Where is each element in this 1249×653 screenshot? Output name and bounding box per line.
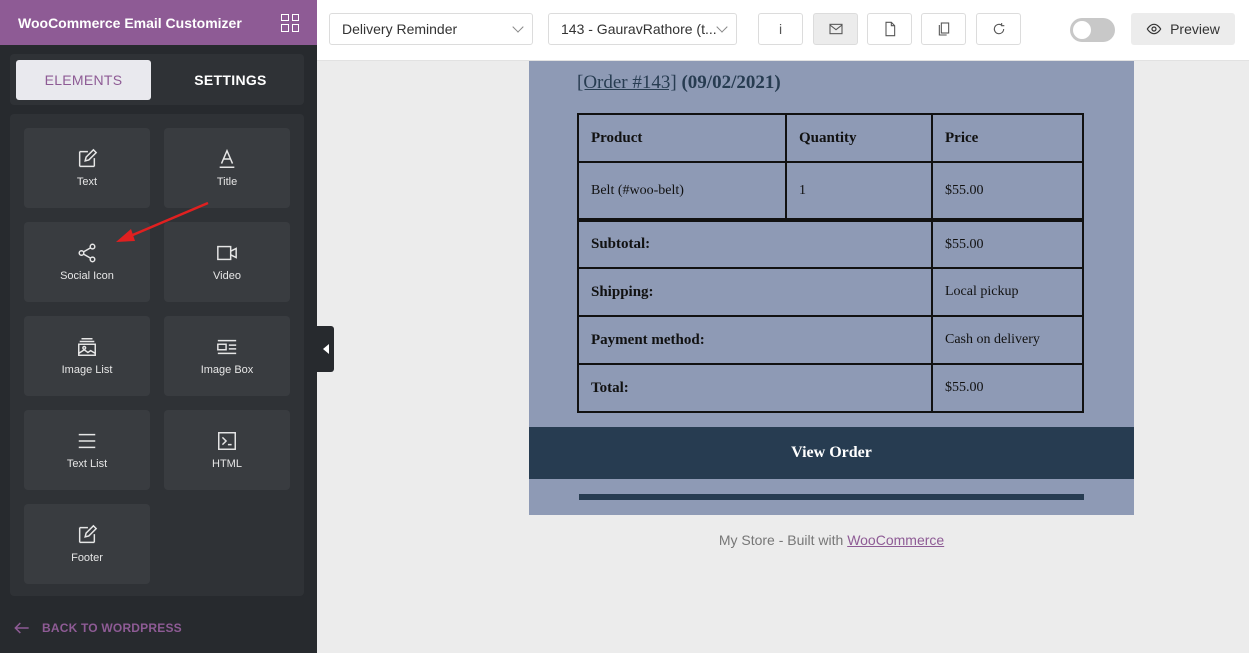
preview-button[interactable]: Preview [1131,13,1235,45]
element-label: Image List [61,364,113,376]
item-quantity: 1 [785,161,933,221]
column-header: Quantity [785,113,933,163]
element-html[interactable]: HTML [164,410,290,490]
table-row: Payment method: Cash on delivery [577,315,1084,365]
toggle-knob [1073,21,1091,39]
toolbar: Delivery Reminder 143 - GauravRathore (t… [317,0,1249,61]
column-header: Price [931,113,1084,163]
summary-value: Local pickup [931,267,1084,317]
toggle-switch[interactable] [1070,18,1115,42]
order-select[interactable]: 143 - GauravRathore (t... [548,13,737,45]
element-text-list[interactable]: Text List [24,410,150,490]
element-video[interactable]: Video [164,222,290,302]
summary-label: Total: [577,363,933,413]
eye-icon [1146,23,1162,35]
element-image-list[interactable]: Image List [24,316,150,396]
column-header: Product [577,113,787,163]
arrow-left-icon [14,622,29,634]
caret-left-icon [322,344,329,354]
info-button[interactable]: i [758,13,803,45]
template-select[interactable]: Delivery Reminder [329,13,533,45]
chevron-down-icon [716,21,728,33]
back-to-wordpress-link[interactable]: BACK TO WORDPRESS [12,618,182,638]
reset-button[interactable] [976,13,1021,45]
element-label: Social Icon [60,270,114,282]
email-footer: My Store - Built with WooCommerce [529,532,1134,548]
grid-icon[interactable] [281,13,299,32]
copy-button[interactable] [921,13,966,45]
table-row: Subtotal: $55.00 [577,218,1084,269]
order-select-value: 143 - GauravRathore (t... [561,21,717,37]
edit-icon [78,148,98,168]
title-icon [219,148,235,168]
woocommerce-link[interactable]: WooCommerce [847,532,944,548]
element-footer[interactable]: Footer [24,504,150,584]
collapse-sidebar-button[interactable] [317,326,334,372]
terminal-icon [218,432,236,450]
image-list-icon [78,338,96,356]
element-label: Video [213,270,241,282]
summary-value: $55.00 [931,363,1084,413]
list-icon [78,433,96,449]
preview-label: Preview [1170,21,1220,37]
element-title[interactable]: Title [164,128,290,208]
copy-icon [938,22,949,36]
back-label: BACK TO WORDPRESS [42,621,182,635]
elements-panel: Text Title Social Icon Video Image List … [10,114,304,596]
email-preview: [Order #143] (09/02/2021) Product Quanti… [529,61,1134,515]
document-button[interactable] [867,13,912,45]
refresh-icon [993,23,1004,35]
template-select-value: Delivery Reminder [342,21,458,37]
order-table: Product Quantity Price Belt (#woo-belt) … [577,113,1084,413]
order-date: (09/02/2021) [681,72,781,93]
summary-value: $55.00 [931,218,1084,269]
order-link[interactable]: [Order #143] [577,72,677,93]
order-heading: [Order #143] (09/02/2021) [577,72,781,94]
summary-label: Subtotal: [577,218,933,269]
table-row: Shipping: Local pickup [577,267,1084,317]
element-label: HTML [212,458,242,470]
element-image-box[interactable]: Image Box [164,316,290,396]
mail-icon [828,23,843,35]
element-text[interactable]: Text [24,128,150,208]
image-box-icon [217,339,237,355]
table-row: Total: $55.00 [577,363,1084,413]
divider [579,494,1084,500]
table-header-row: Product Quantity Price [577,113,1084,163]
view-order-button[interactable]: View Order [529,427,1134,479]
share-icon [78,243,96,263]
summary-label: Payment method: [577,315,933,365]
edit-icon [78,524,98,544]
item-product: Belt (#woo-belt) [577,161,787,221]
element-label: Footer [71,552,103,564]
sidebar-header: WooCommerce Email Customizer [0,0,317,45]
footer-text: My Store - Built with [718,532,848,548]
summary-label: Shipping: [577,267,933,317]
element-label: Image Box [200,364,254,376]
chevron-down-icon [512,21,524,33]
item-price: $55.00 [931,161,1084,221]
document-icon [884,21,895,37]
email-view-button[interactable] [813,13,858,45]
element-social-icon[interactable]: Social Icon [24,222,150,302]
tab-settings[interactable]: SETTINGS [163,60,298,100]
summary-value: Cash on delivery [931,315,1084,365]
tab-bar: ELEMENTS SETTINGS [10,54,304,105]
element-label: Title [216,176,238,188]
sidebar: WooCommerce Email Customizer ELEMENTS SE… [0,0,317,653]
table-row: Belt (#woo-belt) 1 $55.00 [577,161,1084,221]
info-icon: i [778,21,783,37]
element-label: Text [76,176,98,188]
app-title: WooCommerce Email Customizer [18,14,242,31]
video-icon [217,245,237,261]
tab-elements[interactable]: ELEMENTS [16,60,151,100]
element-label: Text List [66,458,108,470]
